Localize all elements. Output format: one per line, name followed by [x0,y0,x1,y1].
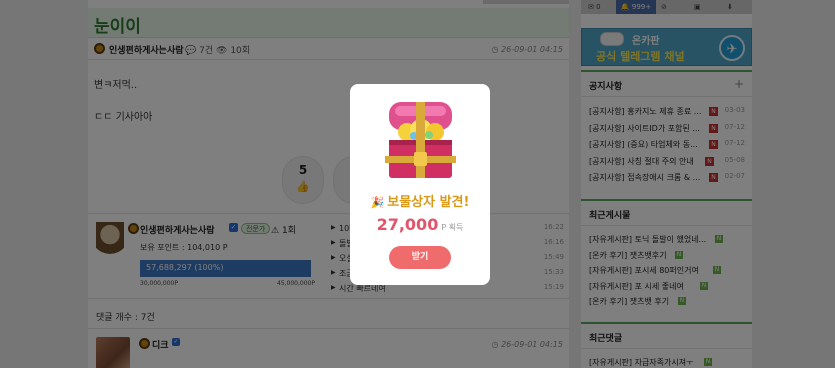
modal-title: 🎉 보물상자 발견! [370,195,470,210]
party-popper-icon: 🎉 [370,196,385,209]
treasure-chest-icon [385,102,456,178]
treasure-modal: 🎉 보물상자 발견! 27,000 P 획득 받기 [350,84,490,285]
claim-button[interactable]: 받기 [389,246,451,269]
reward-amount: 27,000 P 획득 [376,215,464,234]
